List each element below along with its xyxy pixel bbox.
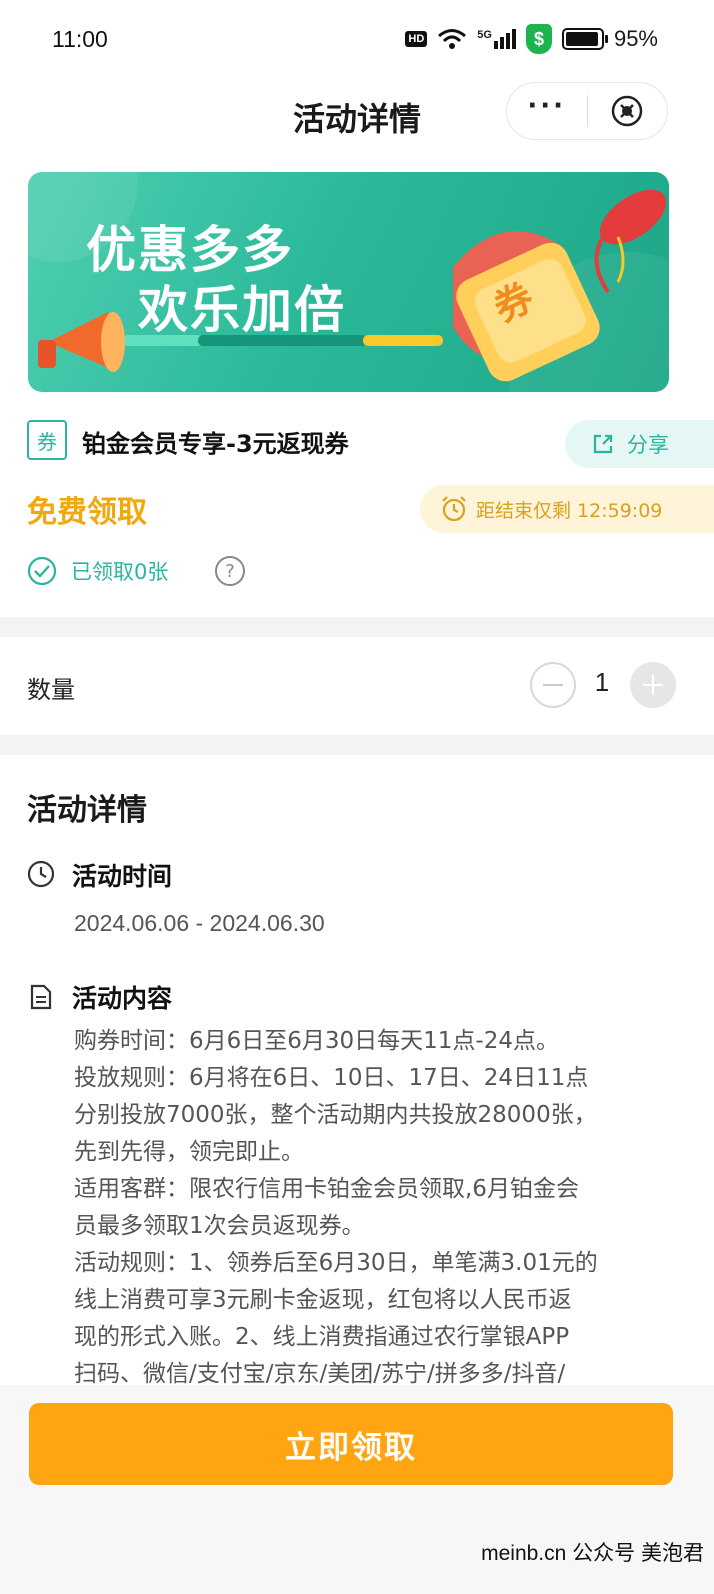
content-line: 现的形式入账。2、线上消费指通过农行掌银APP (74, 1324, 570, 1350)
check-circle-icon (27, 556, 57, 586)
share-label: 分享 (627, 433, 669, 457)
activity-time-title: 活动时间 (72, 862, 173, 891)
countdown-text: 距结束仅剩 12:59:09 (476, 499, 663, 522)
details-heading: 活动详情 (27, 793, 147, 828)
wifi-icon (438, 29, 467, 49)
content-line: 分别投放7000张，整个活动期内共投放28000张， (74, 1102, 597, 1128)
status-icons: HD 5G $ 95% (405, 24, 658, 54)
close-button[interactable] (588, 94, 668, 128)
quantity-increase-button[interactable] (630, 662, 676, 708)
activity-content-title: 活动内容 (72, 984, 173, 1013)
security-shield-icon: $ (525, 24, 552, 54)
banner-line-2: 欢乐加倍 (138, 281, 346, 339)
content-line: 线上消费可享3元刷卡金返现，红包将以人民币返 (74, 1287, 572, 1313)
content-line: 员最多领取1次会员返现券。 (74, 1213, 365, 1239)
help-icon: ? (215, 556, 245, 586)
status-time: 11:00 (52, 26, 108, 52)
share-icon (593, 434, 613, 454)
quantity-value: 1 (594, 667, 610, 697)
claimed-status: 已领取0张 (27, 556, 168, 586)
quantity-decrease-button[interactable] (530, 662, 576, 708)
coupon-title: 铂金会员专享-3元返现券 (82, 430, 349, 458)
nav-bar: 活动详情 ··· (0, 82, 714, 162)
alarm-clock-icon (442, 496, 466, 522)
promo-banner: 优惠多多 欢乐加倍 券 (28, 172, 669, 392)
coupon-tag-icon: 券 (27, 420, 67, 460)
claimed-text: 已领取0张 (71, 560, 169, 584)
activity-details: 活动详情 活动时间 2024.06.06 - 2024.06.30 活动内容 购… (0, 755, 714, 1405)
content-line: 适用客群：限农行信用卡铂金会员领取,6月铂金会 (74, 1176, 579, 1202)
miniapp-capsule: ··· (506, 82, 668, 140)
activity-content-text: 购券时间：6月6日至6月30日每天11点-24点。 投放规则：6月将在6日、10… (74, 1023, 674, 1393)
claim-now-button[interactable]: 立即领取 (29, 1403, 673, 1485)
content-line: 购券时间：6月6日至6月30日每天11点-24点。 (74, 1028, 559, 1054)
document-icon (30, 984, 52, 1010)
svg-text:?: ? (225, 561, 235, 582)
share-button[interactable]: 分享 (565, 420, 714, 468)
status-bar: 11:00 HD 5G $ 95% (0, 0, 714, 82)
signal-icon: 5G (477, 29, 516, 49)
content-line: 先到先得，领完即止。 (74, 1139, 304, 1165)
banner-decoration (28, 172, 669, 392)
close-icon (612, 95, 643, 127)
hd-icon: HD (405, 31, 428, 47)
content-line: 活动规则：1、领券后至6月30日，单笔满3.01元的 (74, 1250, 598, 1276)
quantity-label: 数量 (27, 676, 75, 704)
activity-time-value: 2024.06.06 - 2024.06.30 (74, 910, 325, 936)
help-button[interactable]: ? (214, 555, 246, 591)
quantity-row: 数量 1 (0, 637, 714, 735)
more-button[interactable]: ··· (507, 93, 587, 119)
free-claim-label: 免费领取 (27, 495, 147, 530)
coupon-card: 优惠多多 欢乐加倍 券 券 铂金会员专享-3元返现券 分享 免费领取 距结束仅剩… (0, 162, 714, 617)
battery-icon (561, 28, 608, 50)
watermark-text: meinb.cn 公众号 美泡君 (481, 1542, 704, 1565)
battery-percent: 95% (613, 26, 658, 51)
clock-icon (27, 860, 55, 888)
countdown-badge: 距结束仅剩 12:59:09 (420, 485, 714, 533)
content-line: 投放规则：6月将在6日、10日、17日、24日11点 (74, 1065, 589, 1091)
